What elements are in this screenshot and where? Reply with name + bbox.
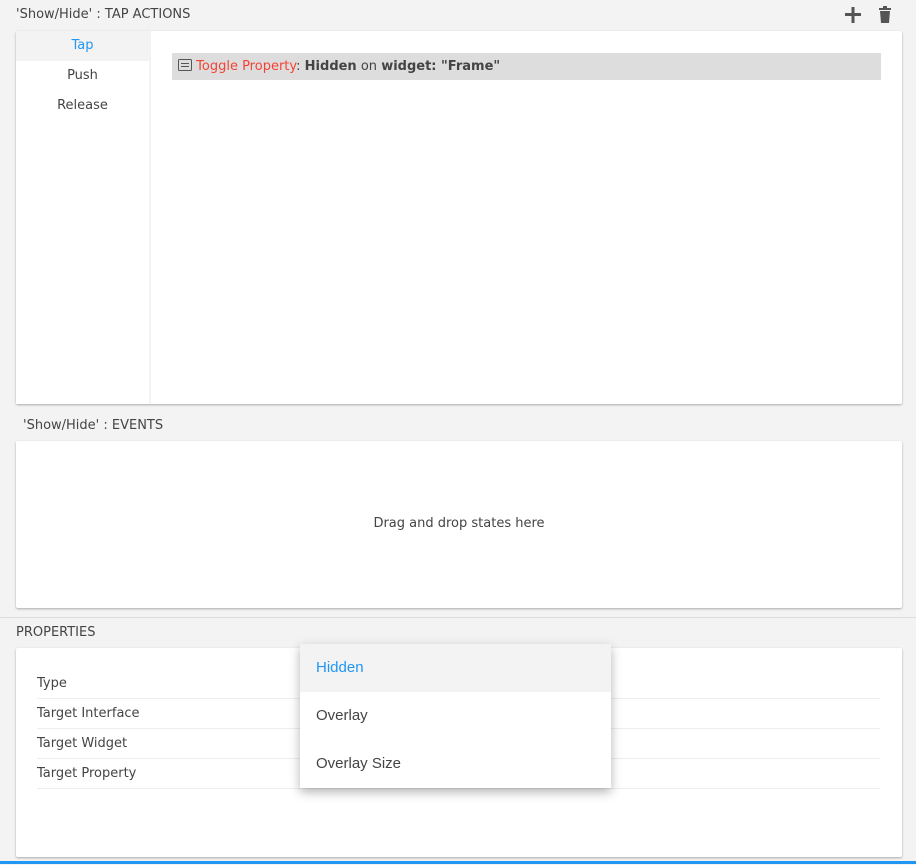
action-settings-icon [178, 59, 192, 71]
action-type: Toggle Property [196, 59, 297, 74]
dropzone-placeholder: Drag and drop states here [373, 516, 545, 531]
add-button[interactable] [843, 5, 863, 25]
tab-tap[interactable]: Tap [16, 31, 149, 61]
action-property: Hidden [304, 59, 357, 74]
trigger-tabs: Tap Push Release [16, 31, 149, 404]
tap-actions-panel: Tap Push Release Toggle Property: Hidden… [16, 31, 902, 404]
dropdown-option-overlay-size[interactable]: Overlay Size [300, 740, 611, 788]
properties-title: PROPERTIES [16, 625, 96, 640]
events-dropzone[interactable]: Drag and drop states here [16, 441, 902, 608]
trash-icon [879, 6, 891, 23]
events-title: 'Show/Hide' : EVENTS [23, 418, 164, 433]
delete-button[interactable] [877, 5, 893, 25]
action-on: on [360, 59, 378, 74]
tap-actions-title: 'Show/Hide' : TAP ACTIONS [16, 7, 191, 22]
dropdown-option-hidden[interactable]: Hidden [300, 644, 611, 692]
plus-icon [845, 7, 861, 23]
type-dropdown-menu: Hidden Overlay Overlay Size [300, 644, 611, 788]
action-sep: : [296, 59, 301, 74]
action-target: widget: "Frame" [381, 59, 501, 74]
tab-release[interactable]: Release [16, 91, 149, 121]
dropdown-option-overlay[interactable]: Overlay [300, 692, 611, 740]
tab-push[interactable]: Push [16, 61, 149, 91]
action-item[interactable]: Toggle Property: Hidden on widget: "Fram… [172, 53, 881, 80]
